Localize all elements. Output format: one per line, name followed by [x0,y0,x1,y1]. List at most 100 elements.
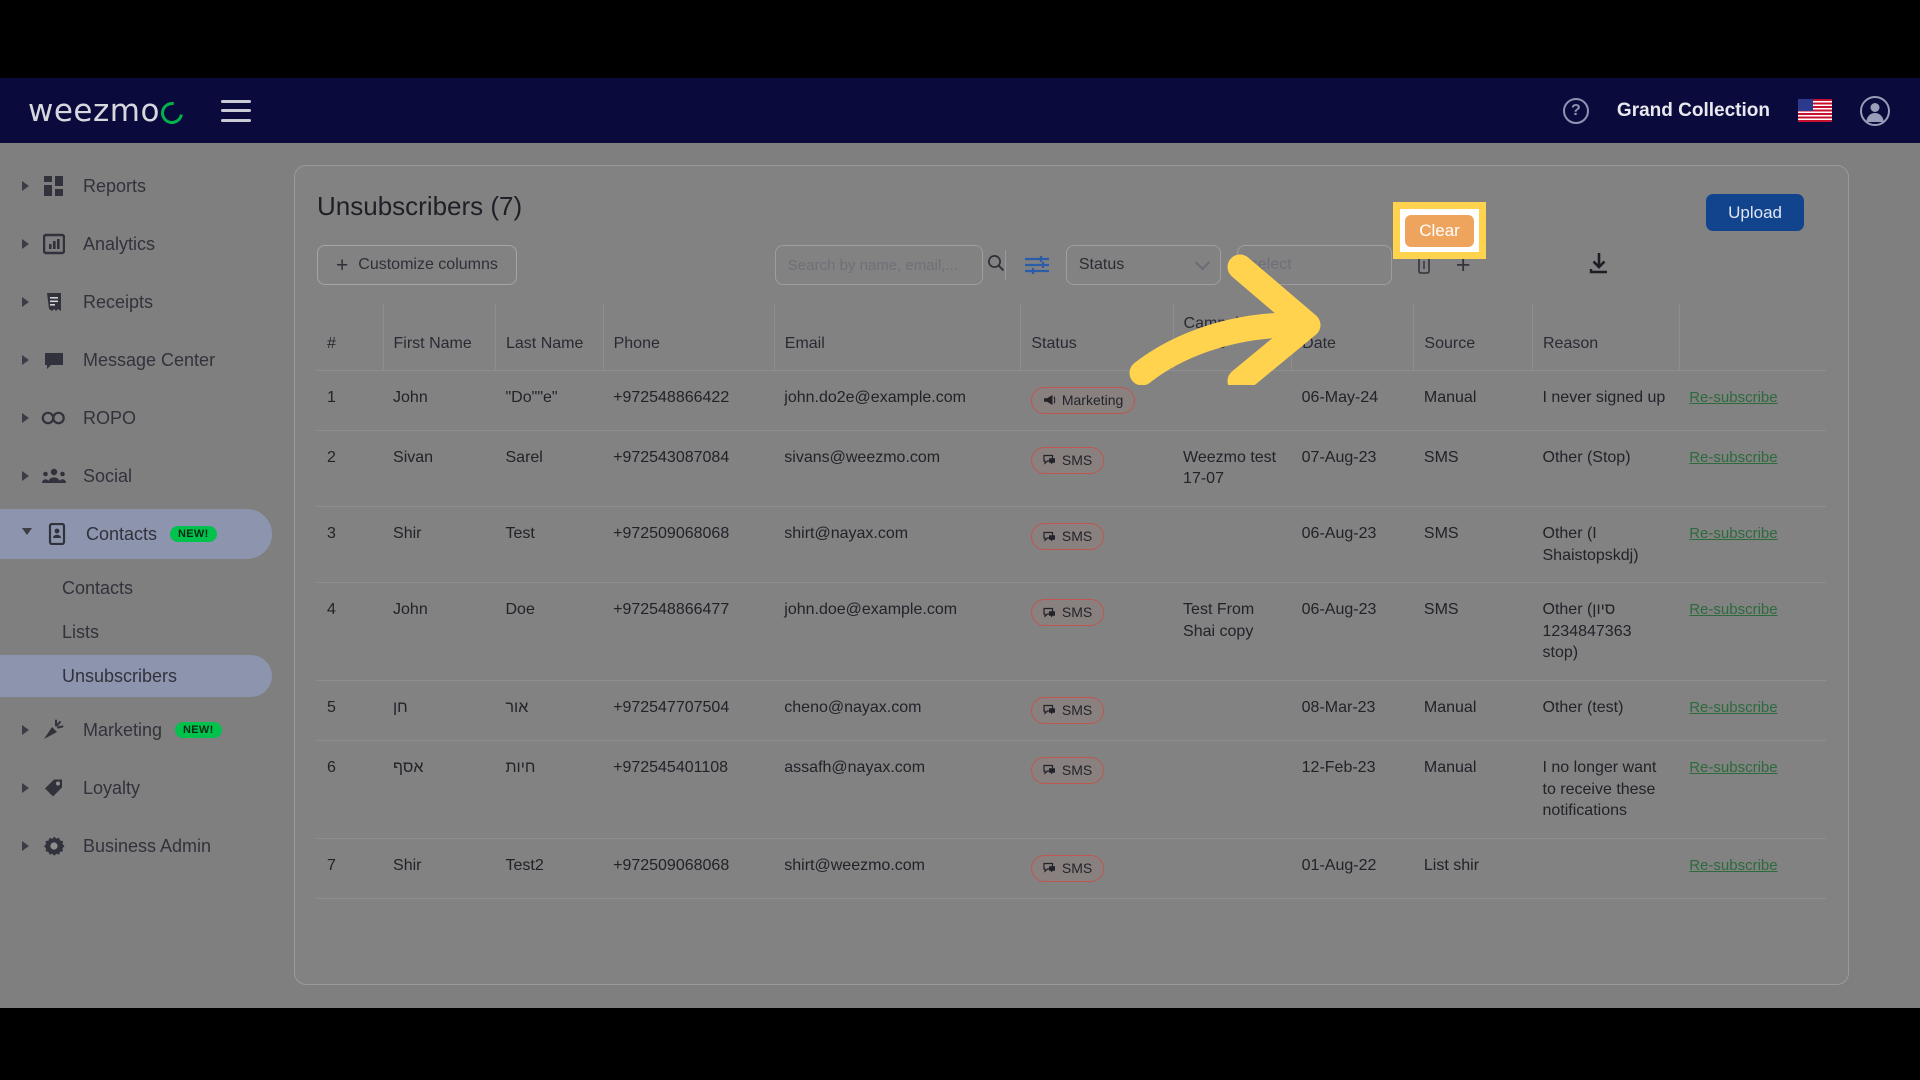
table-row[interactable]: 3 Shir Test +972509068068 shirt@nayax.co… [317,506,1826,584]
page-title: Unsubscribers (7) [317,191,523,221]
status-filter-select[interactable]: Status [1065,245,1221,285]
table-row[interactable]: 2 Sivan Sarel +972543087084 sivans@weezm… [317,430,1826,508]
cell-index: 1 [317,370,384,431]
table-row[interactable]: 4 John Doe +972548866477 john.doe@exampl… [317,582,1826,682]
column-header-reason[interactable]: Reason [1532,304,1680,371]
sidebar-subitem-contacts[interactable]: Contacts [0,567,272,609]
column-header-source[interactable]: Source [1413,304,1533,371]
customize-columns-button[interactable]: + Customize columns [317,245,517,285]
us-flag-icon[interactable] [1798,99,1832,122]
secondary-filter-select[interactable]: select [1236,245,1392,285]
sidebar-item-label: Contacts [86,523,158,544]
sidebar-item-marketing[interactable]: Marketing NEW! [0,705,272,755]
bar-chart-icon [41,231,67,257]
sidebar-item-social[interactable]: Social [0,451,272,501]
search-icon[interactable] [987,254,1005,277]
clear-button[interactable]: Clear [1405,214,1474,247]
hamburger-menu-icon[interactable] [220,99,251,122]
cell-campaign-name [1173,680,1292,741]
chevron-right-icon [22,355,29,365]
cell-reason: I never signed up [1532,370,1680,431]
cell-phone: +972548866477 [603,582,775,682]
column-header-index[interactable]: # [317,304,384,371]
status-badge: SMS [1030,697,1105,724]
chevron-right-icon [22,841,29,851]
sidebar-item-receipts[interactable]: Receipts [0,277,272,327]
re-subscribe-link[interactable]: Re-subscribe [1689,525,1777,542]
chevron-right-icon [22,471,29,481]
sidebar-item-label: Business Admin [83,835,212,856]
cell-action: Re-subscribe [1679,370,1826,431]
sidebar-item-loyalty[interactable]: Loyalty [0,763,272,813]
receipt-icon [41,289,67,315]
column-header-last-name[interactable]: Last Name [495,304,604,371]
download-icon[interactable] [1588,251,1610,280]
sms-icon [1043,765,1055,776]
table-row[interactable]: 6 אסף חיות +972545401108 assafh@nayax.co… [317,740,1826,839]
cell-status: SMS [1020,680,1174,741]
sidebar-item-contacts[interactable]: Contacts NEW! [0,509,272,559]
sidebar-item-reports[interactable]: Reports [0,161,272,211]
cell-last-name: Sarel [495,430,604,508]
cell-phone: +972547707504 [603,680,775,741]
sidebar-item-label: Receipts [83,291,154,312]
cell-status: SMS [1020,740,1174,839]
sidebar-item-ropo[interactable]: ROPO [0,393,272,443]
re-subscribe-link[interactable]: Re-subscribe [1689,449,1777,466]
re-subscribe-link[interactable]: Re-subscribe [1689,389,1777,406]
sidebar-item-business-admin[interactable]: Business Admin [0,821,272,871]
sidebar-item-analytics[interactable]: Analytics [0,219,272,269]
sidebar-subitem-lists[interactable]: Lists [0,611,272,653]
cell-email: cheno@nayax.com [774,680,1021,741]
main-content: Unsubscribers (7) + Customize columns Se… [282,143,1920,1008]
logo-ring-icon [156,97,188,128]
re-subscribe-link[interactable]: Re-subscribe [1689,699,1777,716]
chevron-right-icon [22,413,29,423]
sidebar-item-message-center[interactable]: Message Center [0,335,272,385]
sms-icon [1043,607,1055,618]
table-row[interactable]: 7 Shir Test2 +972509068068 shirt@weezmo.… [317,838,1826,899]
table-head: # First Name Last Name Phone Email Statu… [317,304,1826,371]
help-question-icon[interactable]: ? [1562,97,1589,124]
table-body: 1 John "Do""e" +972548866422 john.do2e@e… [317,370,1826,899]
cell-last-name: Test [495,506,604,584]
sidebar-subitem-unsubscribers[interactable]: Unsubscribers [0,655,272,697]
column-header-date[interactable]: Date [1291,304,1415,371]
search-input[interactable] [787,256,987,274]
re-subscribe-link[interactable]: Re-subscribe [1689,857,1777,874]
sms-icon [1043,705,1055,716]
letterbox-bottom [0,1008,1920,1080]
dashboard-icon [41,173,67,199]
cell-reason: Other (test) [1532,680,1680,741]
re-subscribe-link[interactable]: Re-subscribe [1689,759,1777,776]
column-header-campaign-name[interactable]: Campaign Name [1173,304,1293,371]
sidebar-item-label: Marketing [83,719,163,740]
cell-phone: +972548866422 [603,370,775,431]
search-box[interactable] [774,245,1005,285]
brand-logo[interactable]: weezmo [28,93,188,129]
unsubscribers-card: Unsubscribers (7) + Customize columns Se… [294,165,1849,985]
chevron-down-icon [1194,254,1211,270]
cell-index: 7 [317,838,384,899]
cell-first-name: John [383,582,496,682]
cell-source: List shir [1413,838,1533,899]
column-header-status[interactable]: Status [1020,304,1174,371]
column-header-first-name[interactable]: First Name [383,304,497,371]
status-badge: SMS [1030,446,1105,474]
table-row[interactable]: 5 חן אור +972547707504 cheno@nayax.com S… [317,680,1826,741]
cell-last-name: חיות [495,740,604,839]
cell-email: john.do2e@example.com [774,370,1021,431]
status-label: SMS [1061,702,1093,719]
cell-index: 5 [317,680,384,741]
cell-last-name: Doe [495,582,604,682]
re-subscribe-link[interactable]: Re-subscribe [1689,601,1777,618]
table-row[interactable]: 1 John "Do""e" +972548866422 john.do2e@e… [317,370,1826,431]
column-header-email[interactable]: Email [774,304,1022,371]
filter-sliders-icon[interactable] [1024,254,1050,276]
column-header-phone[interactable]: Phone [603,304,775,371]
account-circle-icon[interactable] [1860,95,1890,126]
upload-button[interactable]: Upload [1706,194,1804,231]
cell-campaign-name [1173,370,1292,431]
status-label: SMS [1061,859,1093,876]
cell-source: Manual [1413,680,1533,741]
